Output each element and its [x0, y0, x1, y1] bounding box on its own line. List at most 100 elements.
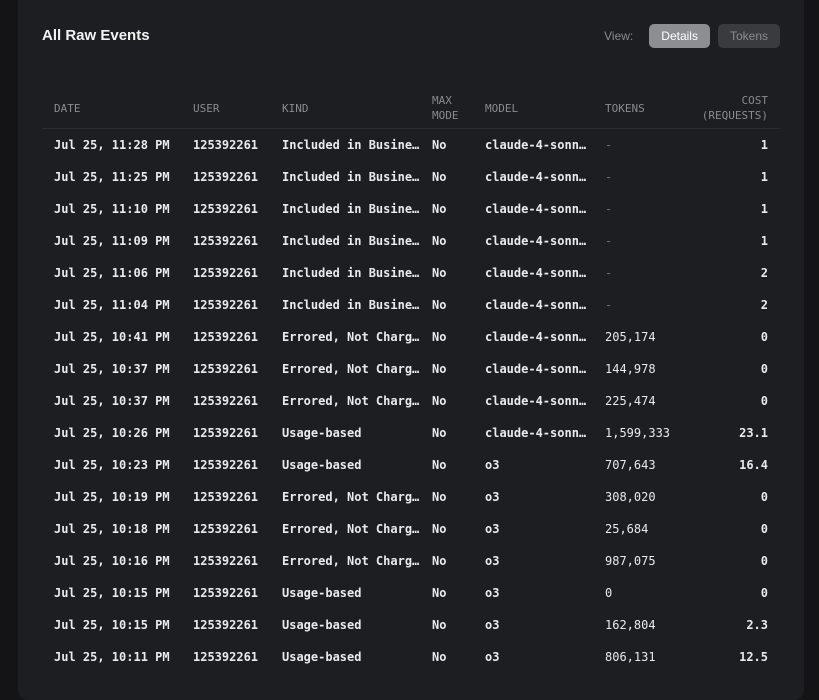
- table-header: DATE USER KIND MAX MODE MODEL TOKENS COS…: [42, 88, 780, 129]
- tokens-view-button[interactable]: Tokens: [717, 24, 780, 48]
- cell-date: Jul 25, 10:41 PM: [54, 330, 170, 344]
- cell-cost: 1: [760, 138, 768, 152]
- cell-cost: 0: [760, 330, 768, 344]
- cell-max-mode: No: [432, 202, 447, 216]
- cell-user: 125392261: [193, 362, 259, 376]
- column-header-max-mode[interactable]: MAX MODE: [420, 88, 473, 129]
- table-row[interactable]: Jul 25, 11:28 PM 125392261 Included in Bus…: [42, 129, 780, 162]
- cell-cost: 0: [760, 490, 768, 504]
- cell-date: Jul 25, 11:10 PM: [54, 202, 170, 216]
- cell-date: Jul 25, 10:11 PM: [54, 650, 170, 664]
- column-header-cost[interactable]: COST (REQUESTS): [685, 88, 780, 129]
- cell-kind: Included in Business: [282, 170, 420, 184]
- cell-user: 125392261: [193, 650, 259, 664]
- cell-max-mode: No: [432, 394, 447, 408]
- cell-tokens: 987,075: [605, 554, 656, 568]
- cell-cost: 0: [760, 554, 768, 568]
- table-row[interactable]: Jul 25, 10:11 PM 125392261 Usage-based No o3…: [42, 641, 780, 673]
- cell-date: Jul 25, 10:15 PM: [54, 618, 170, 632]
- cell-kind: Usage-based: [282, 618, 362, 632]
- cell-model: claude-4-sonnet: [485, 330, 593, 344]
- cell-date: Jul 25, 10:37 PM: [54, 362, 170, 376]
- cell-model: claude-4-sonnet: [485, 426, 593, 440]
- table-row[interactable]: Jul 25, 11:10 PM 125392261 Included in Bus…: [42, 193, 780, 225]
- details-view-button[interactable]: Details: [649, 24, 710, 48]
- cell-date: Jul 25, 11:04 PM: [54, 298, 170, 312]
- cell-model: o3: [485, 650, 500, 664]
- cell-date: Jul 25, 10:16 PM: [54, 554, 170, 568]
- cell-kind: Included in Business: [282, 298, 420, 312]
- cell-max-mode: No: [432, 298, 447, 312]
- cell-model: claude-4-sonnet: [485, 138, 593, 152]
- table-row[interactable]: Jul 25, 11:09 PM 125392261 Included in Bus…: [42, 225, 780, 257]
- cell-model: claude-4-sonnet: [485, 234, 593, 248]
- table-row[interactable]: Jul 25, 11:25 PM 125392261 Included in Bus…: [42, 161, 780, 193]
- cell-date: Jul 25, 11:06 PM: [54, 266, 170, 280]
- column-header-model[interactable]: MODEL: [473, 88, 593, 129]
- cell-user: 125392261: [193, 298, 259, 312]
- cell-max-mode: No: [432, 554, 447, 568]
- table-row[interactable]: Jul 25, 10:37 PM 125392261 Errored, Not Ch…: [42, 353, 780, 385]
- cell-cost: 0: [760, 586, 768, 600]
- cell-model: o3: [485, 586, 500, 600]
- cell-cost: 23.1: [739, 426, 768, 440]
- cell-kind: Included in Business: [282, 266, 420, 280]
- column-header-date[interactable]: DATE: [42, 88, 181, 129]
- cell-user: 125392261: [193, 330, 259, 344]
- cell-user: 125392261: [193, 458, 259, 472]
- cell-kind: Included in Business: [282, 202, 420, 216]
- cell-kind: Errored, Not Charged: [282, 362, 420, 376]
- table-row[interactable]: Jul 25, 11:06 PM 125392261 Included in Bus…: [42, 257, 780, 289]
- cell-model: o3: [485, 490, 500, 504]
- cell-model: o3: [485, 554, 500, 568]
- cell-tokens: 225,474: [605, 394, 656, 408]
- cell-max-mode: No: [432, 586, 447, 600]
- cell-tokens: -: [605, 138, 613, 152]
- column-header-tokens[interactable]: TOKENS: [593, 88, 685, 129]
- cell-cost: 0: [760, 394, 768, 408]
- cell-tokens: 144,978: [605, 362, 656, 376]
- cell-kind: Usage-based: [282, 426, 362, 440]
- table-row[interactable]: Jul 25, 10:18 PM 125392261 Errored, Not Ch…: [42, 513, 780, 545]
- cell-model: claude-4-sonnet: [485, 394, 593, 408]
- cell-kind: Errored, Not Charged: [282, 522, 420, 536]
- cell-date: Jul 25, 11:09 PM: [54, 234, 170, 248]
- table-row[interactable]: Jul 25, 10:19 PM 125392261 Errored, Not Ch…: [42, 481, 780, 513]
- cell-date: Jul 25, 11:28 PM: [54, 138, 170, 152]
- cell-model: claude-4-sonnet: [485, 362, 593, 376]
- cell-user: 125392261: [193, 234, 259, 248]
- cell-date: Jul 25, 11:25 PM: [54, 170, 170, 184]
- cell-max-mode: No: [432, 426, 447, 440]
- cell-kind: Included in Business: [282, 234, 420, 248]
- table-row[interactable]: Jul 25, 10:15 PM 125392261 Usage-based No o3…: [42, 577, 780, 609]
- cell-date: Jul 25, 10:15 PM: [54, 586, 170, 600]
- cell-tokens: 806,131: [605, 650, 656, 664]
- cell-tokens: -: [605, 170, 613, 184]
- cell-user: 125392261: [193, 426, 259, 440]
- cell-tokens: 162,804: [605, 618, 656, 632]
- raw-events-panel: All Raw Events View: Details Tokens DATE…: [18, 0, 804, 700]
- table-row[interactable]: Jul 25, 10:16 PM 125392261 Errored, Not Ch…: [42, 545, 780, 577]
- cell-max-mode: No: [432, 266, 447, 280]
- table-row[interactable]: Jul 25, 10:26 PM 125392261 Usage-based No cl…: [42, 417, 780, 449]
- cell-model: o3: [485, 618, 500, 632]
- cell-user: 125392261: [193, 394, 259, 408]
- column-header-kind[interactable]: KIND: [270, 88, 420, 129]
- cell-model: o3: [485, 522, 500, 536]
- table-row[interactable]: Jul 25, 10:37 PM 125392261 Errored, Not Ch…: [42, 385, 780, 417]
- cell-tokens: -: [605, 202, 613, 216]
- cell-user: 125392261: [193, 618, 259, 632]
- cell-cost: 2: [760, 298, 768, 312]
- table-row[interactable]: Jul 25, 10:23 PM 125392261 Usage-based No o3…: [42, 449, 780, 481]
- cell-model: claude-4-sonnet: [485, 298, 593, 312]
- table-row[interactable]: Jul 25, 10:15 PM 125392261 Usage-based No o3…: [42, 609, 780, 641]
- column-header-user[interactable]: USER: [181, 88, 270, 129]
- cell-tokens: 707,643: [605, 458, 656, 472]
- panel-title: All Raw Events: [42, 27, 150, 44]
- cell-max-mode: No: [432, 234, 447, 248]
- view-toggle: View: Details Tokens: [604, 24, 780, 48]
- table-row[interactable]: Jul 25, 11:04 PM 125392261 Included in Bus…: [42, 289, 780, 321]
- cell-cost: 12.5: [739, 650, 768, 664]
- table-row[interactable]: Jul 25, 10:41 PM 125392261 Errored, Not Ch…: [42, 321, 780, 353]
- cell-date: Jul 25, 10:26 PM: [54, 426, 170, 440]
